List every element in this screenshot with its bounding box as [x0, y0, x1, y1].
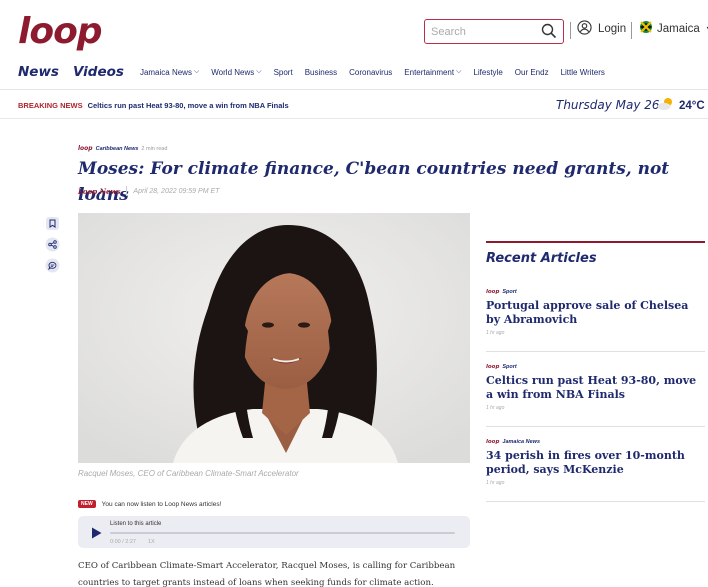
author-link[interactable]: Loop News	[78, 187, 120, 196]
recent-article-category: loop Sport	[486, 289, 517, 295]
chevron-down-icon: ⌵	[456, 68, 462, 75]
sun-icon	[657, 97, 675, 114]
search-box[interactable]	[424, 19, 564, 44]
temperature: 24°C	[679, 99, 705, 112]
nav-divider	[0, 89, 708, 90]
recent-article-time: 1 hr ago	[486, 330, 505, 336]
main-nav: News Videos Jamaica News ⌵ World News ⌵ Sp…	[18, 64, 617, 80]
loop-logo[interactable]: loop	[18, 10, 103, 54]
nav-item-little-writers[interactable]: Little Writers	[561, 68, 605, 77]
comment-icon[interactable]	[45, 258, 60, 273]
search-icon[interactable]	[541, 23, 557, 44]
breaking-tag: BREAKING NEWS	[18, 101, 83, 110]
recent-articles-title: Recent Articles	[486, 251, 597, 266]
audio-progress-track[interactable]	[110, 532, 455, 534]
nav-item-our-endz[interactable]: Our Endz	[515, 68, 549, 77]
nav-videos[interactable]: Videos	[73, 64, 124, 80]
chevron-down-icon: ⌵	[256, 68, 262, 75]
recent-article-title[interactable]: 34 perish in fires over 10-month period,…	[486, 449, 705, 476]
nav-news[interactable]: News	[18, 64, 59, 80]
article-body: CEO of Caribbean Climate-Smart Accelerat…	[78, 561, 456, 587]
recent-article-category: loop Jamaica News	[486, 439, 540, 445]
current-date: Thursday May 26	[556, 98, 660, 112]
kicker-logo: loop	[78, 145, 93, 152]
recent-article[interactable]: loop Jamaica News 34 perish in fires over…	[486, 439, 705, 486]
jamaica-flag-icon	[640, 21, 652, 36]
article-kicker: loop Caribbean News 2 min read	[78, 145, 167, 152]
weather-widget: 24°C	[657, 97, 705, 114]
listen-notice: NEW You can now listen to Loop News arti…	[78, 500, 221, 508]
article-divider	[486, 426, 705, 427]
nav-item-lifestyle[interactable]: Lifestyle	[473, 68, 502, 77]
sidebar-rule	[486, 241, 705, 243]
play-icon[interactable]	[91, 526, 102, 544]
share-icon[interactable]	[45, 237, 60, 252]
listen-notice-text: You can now listen to Loop News articles…	[101, 500, 222, 508]
article-divider	[486, 501, 705, 502]
share-rail	[45, 216, 60, 273]
image-caption: Racquel Moses, CEO of Caribbean Climate-…	[78, 469, 299, 478]
read-time: 2 min read	[141, 145, 168, 152]
recent-article-title[interactable]: Celtics run past Heat 93-80, move a win …	[486, 374, 705, 401]
player-meta: 0:00 / 2:27 1X	[110, 539, 155, 545]
user-icon	[577, 20, 592, 38]
portrait-photo	[78, 213, 470, 463]
playback-speed[interactable]: 1X	[148, 539, 155, 545]
ticker-divider	[0, 118, 708, 119]
nav-item-world-news[interactable]: World News ⌵	[211, 68, 261, 77]
search-input[interactable]	[431, 25, 531, 38]
breaking-headline[interactable]: Celtics run past Heat 93-80, move a win …	[88, 101, 289, 110]
login-link[interactable]: Login	[577, 20, 626, 38]
nav-item-coronavirus[interactable]: Coronavirus	[349, 68, 392, 77]
bookmark-icon[interactable]	[45, 216, 60, 231]
player-time: 0:00 / 2:27	[110, 539, 136, 545]
recent-article-title[interactable]: Portugal approve sale of Chelsea by Abra…	[486, 299, 705, 326]
article-headline: Moses: For climate finance, C'bean count…	[78, 159, 670, 205]
article-category[interactable]: Caribbean News	[96, 146, 139, 152]
country-label: Jamaica	[657, 22, 700, 35]
new-badge: NEW	[78, 500, 96, 508]
header-divider	[570, 22, 571, 39]
publish-date: April 28, 2022 09:59 PM ET	[133, 187, 220, 195]
recent-article[interactable]: loop Sport Portugal approve sale of Chels…	[486, 289, 705, 336]
article-hero-image	[78, 213, 470, 463]
nav-item-jamaica-news[interactable]: Jamaica News ⌵	[140, 68, 199, 77]
country-selector[interactable]: Jamaica ▼	[640, 21, 708, 36]
nav-item-sport[interactable]: Sport	[274, 68, 293, 77]
breaking-news-ticker[interactable]: BREAKING NEWS Celtics run past Heat 93-8…	[18, 101, 289, 110]
recent-article-time: 1 hr ago	[486, 480, 505, 486]
nav-item-entertainment[interactable]: Entertainment ⌵	[404, 68, 461, 77]
recent-article-time: 1 hr ago	[486, 405, 505, 411]
login-label: Login	[598, 23, 627, 35]
header-divider	[631, 22, 632, 39]
recent-article-category: loop Sport	[486, 364, 517, 370]
byline: Loop News April 28, 2022 09:59 PM ET	[78, 186, 219, 196]
article-divider	[486, 351, 705, 352]
byline-divider	[126, 186, 128, 196]
recent-article[interactable]: loop Sport Celtics run past Heat 93-80, m…	[486, 364, 705, 411]
nav-item-business[interactable]: Business	[305, 68, 337, 77]
chevron-down-icon: ⌵	[193, 68, 200, 75]
player-title: Listen to this article	[110, 521, 162, 527]
audio-player: Listen to this article 0:00 / 2:27 1X	[78, 516, 470, 548]
